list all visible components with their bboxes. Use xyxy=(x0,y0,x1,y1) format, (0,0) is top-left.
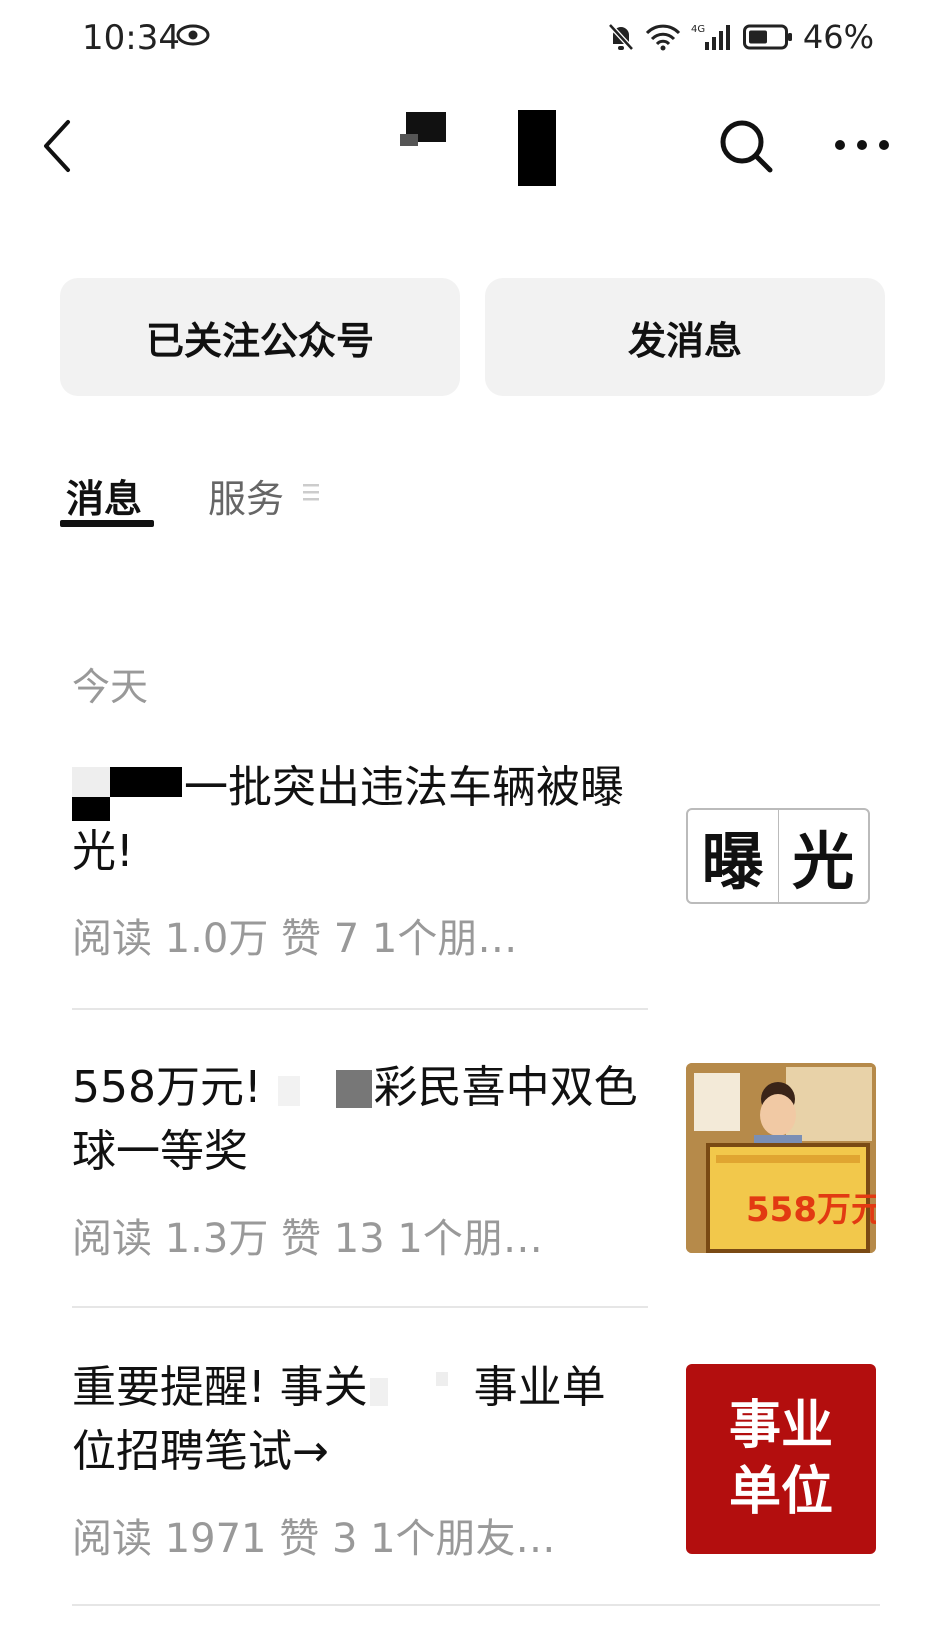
tab-messages[interactable]: 消息 xyxy=(66,468,142,523)
status-icons: 4G 46% xyxy=(607,18,874,56)
redacted-block xyxy=(276,1068,374,1112)
lottery-winner-image: 558万元 xyxy=(686,1063,876,1253)
redacted-block xyxy=(518,110,556,186)
tab-services[interactable]: 服务 xyxy=(208,468,284,523)
article-thumbnail: 曝 光 xyxy=(686,808,870,904)
redacted-block xyxy=(400,134,418,146)
menu-icon[interactable] xyxy=(302,481,320,503)
thumbnail-char: 光 xyxy=(792,825,855,898)
eye-icon xyxy=(176,24,210,46)
svg-text:4G: 4G xyxy=(691,24,705,35)
article-thumbnail: 事业 单位 xyxy=(686,1364,876,1554)
divider xyxy=(72,1008,648,1010)
redacted-block xyxy=(72,763,184,821)
active-tab-indicator xyxy=(60,520,154,527)
article-item[interactable]: 重要提醒! 事关 事业单位招聘笔试→ 阅读 1971 赞 3 1个朋友… 事业 … xyxy=(72,1356,880,1562)
article-title: 558万元! 彩民喜中双色球一等奖 xyxy=(72,1062,638,1177)
more-horizontal-icon[interactable] xyxy=(832,130,892,160)
article-meta: 阅读 1971 赞 3 1个朋友… xyxy=(72,1516,556,1562)
thumbnail-text: 事业 xyxy=(728,1396,833,1456)
article-meta: 阅读 1.3万 赞 13 1个朋… xyxy=(72,1216,543,1262)
wifi-icon xyxy=(645,24,680,51)
article-thumbnail: 558万元 xyxy=(686,1063,876,1253)
divider xyxy=(72,1604,880,1606)
battery-icon xyxy=(742,24,792,50)
date-label: 今天 xyxy=(72,665,149,709)
article-meta: 阅读 1.0万 赞 7 1个朋… xyxy=(72,916,518,962)
chevron-left-icon[interactable] xyxy=(38,116,78,176)
nav-bar xyxy=(0,90,946,200)
followed-account-button[interactable]: 已关注公众号 xyxy=(60,278,460,396)
thumbnail-text: 单位 xyxy=(728,1462,833,1522)
cell-signal-icon: 4G xyxy=(691,24,730,50)
svg-text:558万元: 558万元 xyxy=(746,1190,876,1230)
bell-muted-icon xyxy=(608,23,634,51)
divider xyxy=(72,1306,648,1308)
thumbnail-char: 曝 xyxy=(688,810,779,902)
redacted-block xyxy=(368,1368,474,1412)
article-item[interactable]: 558万元! 彩民喜中双色球一等奖 阅读 1.3万 赞 13 1个朋… 558万… xyxy=(72,1056,880,1262)
search-icon[interactable] xyxy=(716,116,776,176)
battery-percent: 46% xyxy=(802,18,874,56)
article-title: 重要提醒! 事关 事业单位招聘笔试→ xyxy=(72,1362,606,1477)
send-message-button[interactable]: 发消息 xyxy=(485,278,885,396)
article-item[interactable]: 一批突出违法车辆被曝光! 阅读 1.0万 赞 7 1个朋… 曝 光 xyxy=(72,756,880,962)
status-time: 10:34 xyxy=(82,18,180,58)
article-title: 一批突出违法车辆被曝光! xyxy=(72,762,624,877)
status-bar: 10:34 4G 46% xyxy=(0,0,946,80)
